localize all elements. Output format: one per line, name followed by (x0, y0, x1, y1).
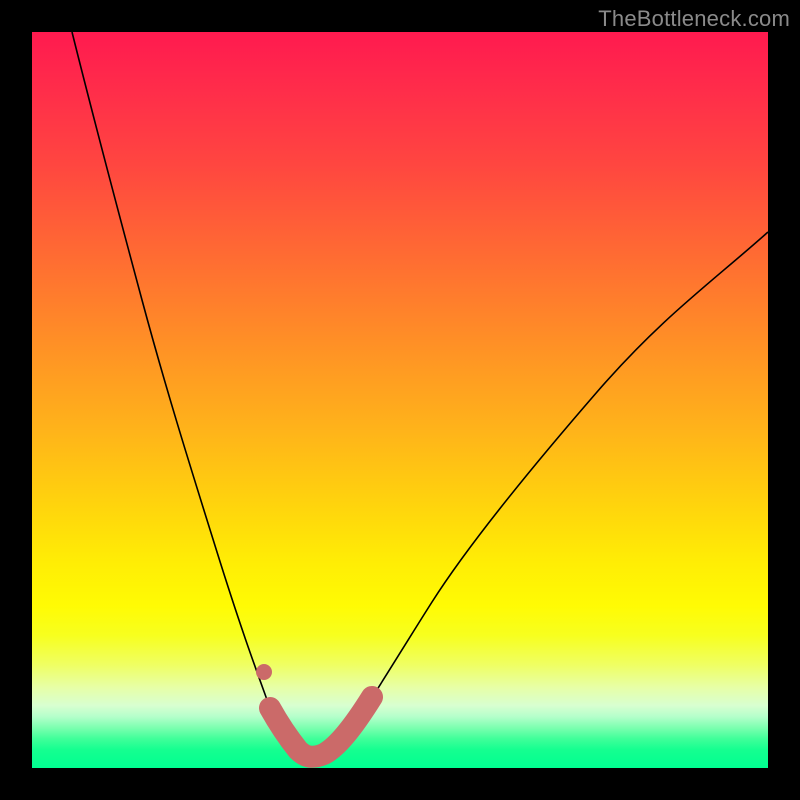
watermark-text: TheBottleneck.com (598, 6, 790, 32)
chart-frame: TheBottleneck.com (0, 0, 800, 800)
highlight-optimal-range (270, 697, 372, 757)
highlight-marker-dot (256, 664, 272, 680)
bottleneck-chart-svg (32, 32, 768, 768)
curve-right-branch (312, 232, 768, 758)
curve-left-branch (72, 32, 312, 758)
